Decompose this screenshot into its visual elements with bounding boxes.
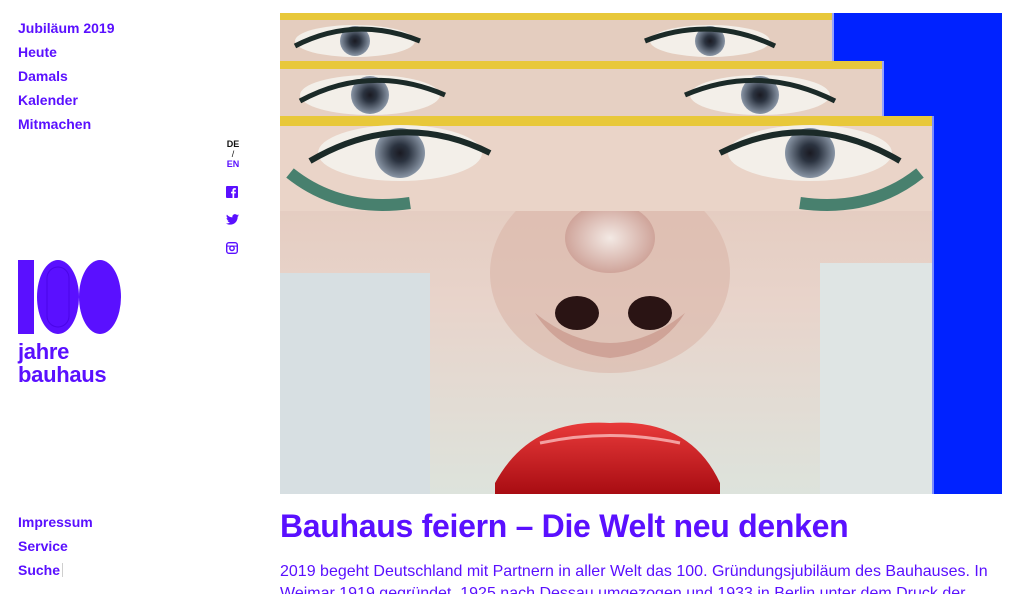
- nav-item-mitmachen[interactable]: Mitmachen: [18, 112, 115, 136]
- nav-item-heute[interactable]: Heute: [18, 40, 115, 64]
- main-navigation: Jubiläum 2019 Heute Damals Kalender Mitm…: [18, 16, 115, 136]
- hero-collage-illustration: [280, 13, 1002, 494]
- hero-image: [280, 13, 1002, 494]
- logo-100-mark: [18, 260, 121, 334]
- facebook-icon[interactable]: [226, 186, 240, 200]
- bauhaus-100-logo[interactable]: [18, 260, 122, 339]
- search-caret: [62, 563, 64, 577]
- article-headline: Bauhaus feiern – Die Welt neu denken: [280, 508, 849, 544]
- nav-item-suche[interactable]: Suche: [18, 558, 93, 582]
- social-links: [226, 186, 240, 270]
- logo-word-jahre: jahre: [18, 339, 70, 364]
- twitter-icon[interactable]: [226, 214, 240, 228]
- language-separator: /: [231, 149, 235, 159]
- footer-navigation: Impressum Service Suche: [18, 510, 93, 582]
- nav-item-impressum[interactable]: Impressum: [18, 510, 93, 534]
- language-en[interactable]: EN: [226, 159, 240, 169]
- nav-item-damals[interactable]: Damals: [18, 64, 115, 88]
- article-intro: 2019 begeht Deutschland mit Partnern in …: [280, 563, 988, 594]
- nav-item-service[interactable]: Service: [18, 534, 93, 558]
- nav-item-jubilaeum[interactable]: Jubiläum 2019: [18, 16, 115, 40]
- logo-wordmark: jahre bauhaus: [18, 339, 107, 387]
- search-label: Suche: [18, 562, 61, 578]
- logo-word-bauhaus: bauhaus: [18, 362, 107, 387]
- instagram-icon[interactable]: [226, 242, 240, 256]
- language-switcher: DE / EN: [226, 139, 240, 169]
- nav-item-kalender[interactable]: Kalender: [18, 88, 115, 112]
- language-de[interactable]: DE: [226, 139, 240, 149]
